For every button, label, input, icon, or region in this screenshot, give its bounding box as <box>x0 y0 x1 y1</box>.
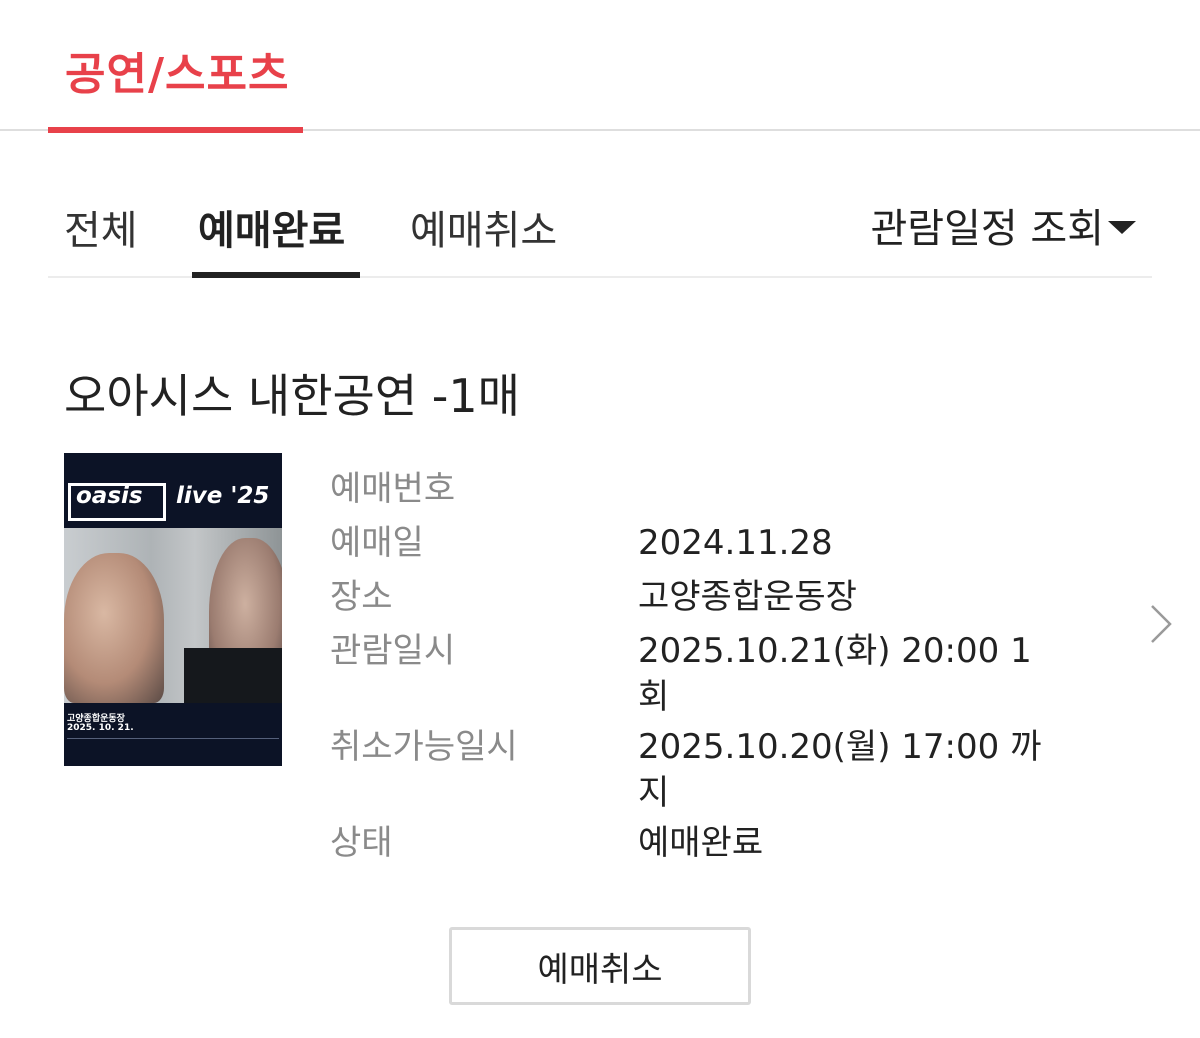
poster-date: 2025. 10. 21. <box>67 723 134 733</box>
detail-label: 예매일 <box>330 523 424 563</box>
active-filter-indicator <box>192 272 360 278</box>
detail-row-booking-number: 예매번호 <box>330 462 1090 516</box>
poster-face-left <box>64 553 164 703</box>
detail-value <box>638 462 1058 516</box>
event-title: 오아시스 내한공연 -1매 <box>64 369 520 423</box>
schedule-filter-label: 관람일정 조회 <box>870 206 1104 252</box>
active-tab-indicator <box>48 127 303 133</box>
detail-label: 관람일시 <box>330 631 456 671</box>
filter-tab-booked[interactable]: 예매완료 <box>198 198 345 256</box>
poster-photo <box>64 528 282 708</box>
chevron-right-icon[interactable] <box>1150 604 1172 644</box>
detail-row-booking-date: 예매일 2024.11.28 <box>330 516 1090 570</box>
booking-details: 예매번호 예매일 2024.11.28 장소 고양종합운동장 관람일시 2025… <box>330 462 1090 870</box>
detail-value: 고양종합운동장 <box>638 577 857 617</box>
schedule-filter-dropdown[interactable]: 관람일정 조회 <box>870 196 1136 254</box>
detail-row-status: 상태 예매완료 <box>330 816 1090 870</box>
filter-tab-all[interactable]: 전체 <box>64 198 138 256</box>
cancel-booking-button[interactable]: 예매취소 <box>449 927 751 1005</box>
detail-value: 예매완료 <box>638 823 764 863</box>
detail-row-venue: 장소 고양종합운동장 <box>330 570 1090 624</box>
caret-down-icon <box>1108 220 1136 234</box>
tab-performance-sports-label: 공연/스포츠 <box>65 49 290 100</box>
detail-label: 장소 <box>330 577 393 617</box>
event-poster[interactable]: oasis live '25 고양종합운동장 2025. 10. 21. <box>64 453 282 766</box>
poster-divider <box>67 738 279 746</box>
poster-coat <box>184 648 282 708</box>
status-filter-bar: 전체 예매완료 예매취소 관람일정 조회 <box>48 178 1152 278</box>
category-bar: 공연/스포츠 <box>0 0 1200 133</box>
detail-value: 2025.10.20(월) 17:00 까지 <box>638 727 1042 813</box>
detail-row-show-datetime: 관람일시 2025.10.21(화) 20:00 1회 <box>330 624 1090 720</box>
detail-label: 상태 <box>330 823 393 863</box>
poster-tagline: live '25 <box>176 483 270 509</box>
detail-value: 2025.10.21(화) 20:00 1회 <box>638 631 1032 717</box>
detail-row-cancel-deadline: 취소가능일시 2025.10.20(월) 17:00 까지 <box>330 720 1090 816</box>
filter-tab-cancelled[interactable]: 예매취소 <box>410 198 557 256</box>
detail-label: 취소가능일시 <box>330 727 518 767</box>
detail-value: 2024.11.28 <box>638 523 833 563</box>
detail-label: 예매번호 <box>330 469 456 509</box>
tab-performance-sports[interactable]: 공연/스포츠 <box>48 0 303 133</box>
poster-logo: oasis <box>76 483 143 509</box>
